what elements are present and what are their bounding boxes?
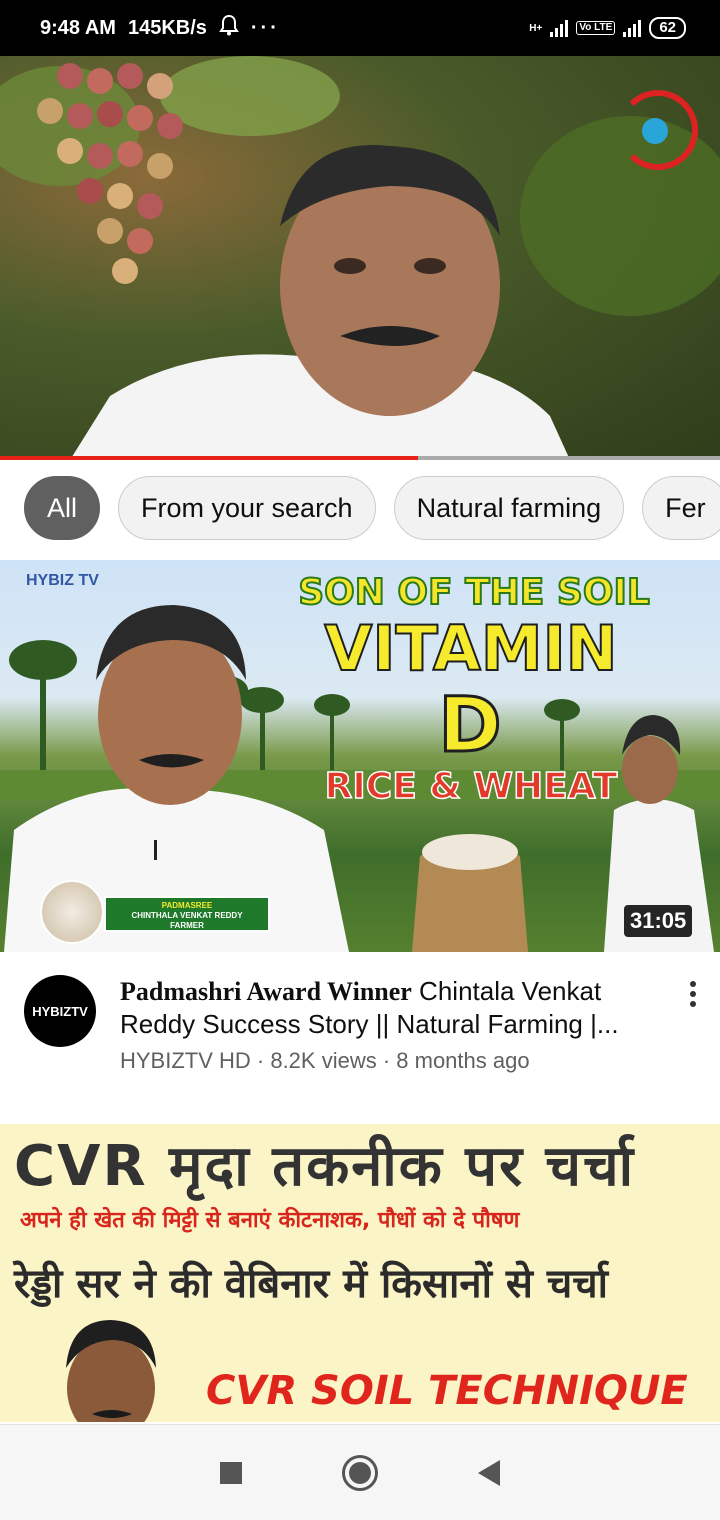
back-button[interactable]	[478, 1459, 500, 1486]
chip-all[interactable]: All	[24, 476, 101, 540]
rice-bowl-image	[40, 880, 104, 944]
thumbnail-title-line2: VITAMIN	[323, 611, 618, 686]
channel-avatar[interactable]: HYBIZTV	[24, 975, 96, 1047]
recents-button[interactable]	[220, 1461, 242, 1484]
video-duration: 31:05	[624, 905, 693, 937]
more-options-icon[interactable]	[682, 980, 704, 1010]
thumbnail-title-line3: D	[437, 679, 503, 771]
video-meta: HYBIZTV HD · 8.2K views · 8 months ago	[120, 1048, 530, 1073]
video-title-part1: Padmashri Award Winner	[120, 977, 412, 1006]
thumbnail2-title-line1: CVR मृदा तकनीक पर चर्चा	[14, 1134, 636, 1199]
filter-chips: All From your search Natural farming Fer	[0, 476, 720, 542]
network-type-label: H+	[529, 22, 543, 34]
speaker-portrait-image	[66, 1320, 156, 1422]
thumbnail2-title-line3: रेड्डी सर ने की वेबिनार में किसानों से च…	[14, 1261, 609, 1307]
status-bar: 9:48 AM 145KB/s ··· H+ Vo LTE 62	[0, 0, 720, 56]
home-button[interactable]	[342, 1454, 378, 1491]
badge-line1: PADMASREE	[161, 901, 213, 910]
thumbnail2-title-line2: अपने ही खेत की मिट्टी से बनाएं कीटनाशक, …	[20, 1208, 520, 1233]
thumbnail-title-line4: RICE & WHEAT	[324, 765, 618, 808]
chip-fertilizer[interactable]: Fer	[642, 476, 720, 540]
more-notifications-icon: ···	[250, 16, 280, 39]
badge-line2: CHINTHALA VENKAT REDDY	[131, 911, 243, 920]
video-player[interactable]	[0, 56, 720, 460]
video-title[interactable]: Padmashri Award Winner Chintala Venkat R…	[120, 975, 660, 1041]
rice-sack-image	[412, 834, 528, 952]
presenter-image	[70, 145, 570, 460]
thumbnail-brand: HYBIZ TV	[26, 572, 99, 589]
battery-icon: 62	[649, 17, 686, 39]
badge-line3: FARMER	[170, 921, 204, 930]
thumbnail-title-line1: SON OF THE SOIL	[297, 571, 651, 614]
name-badge: PADMASREE CHINTHALA VENKAT REDDY FARMER	[104, 896, 270, 932]
status-time: 9:48 AM	[40, 16, 116, 39]
chip-from-your-search[interactable]: From your search	[118, 476, 376, 540]
progress-fill	[0, 456, 418, 460]
signal-icon	[550, 19, 569, 37]
thumbnail2-title-line4: CVR SOIL TECHNIQUE	[206, 1368, 688, 1414]
bell-icon	[219, 14, 239, 42]
home-icon	[349, 1461, 371, 1484]
chip-natural-farming[interactable]: Natural farming	[393, 476, 625, 540]
signal-icon-2	[623, 19, 642, 37]
volte-icon: Vo LTE	[576, 21, 616, 35]
status-speed: 145KB/s	[127, 16, 207, 39]
system-nav-bar	[0, 1424, 720, 1520]
channel-logo-dot	[642, 118, 668, 144]
